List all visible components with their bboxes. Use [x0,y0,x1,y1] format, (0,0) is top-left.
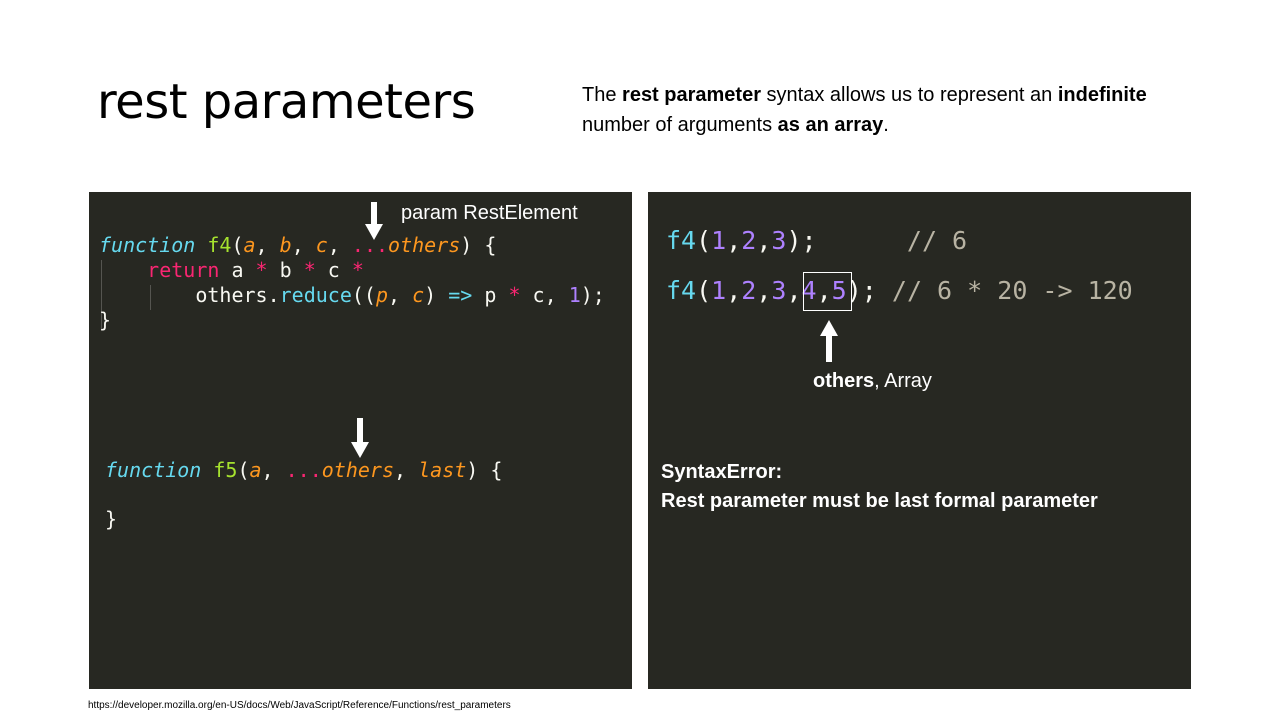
f4-line-1: function f4(a, b, c, ...others) { [99,233,497,257]
reference-url: https://developer.mozilla.org/en-US/docs… [88,700,511,711]
f4-line-2: return a * b * c * [147,258,364,282]
slide-title: rest parameters [97,74,476,130]
syntax-error-message: Rest parameter must be last formal param… [661,490,1098,512]
syntax-error-label: SyntaxError: [661,461,783,483]
call-f4-five-args: f4(1,2,3,4,5); // 6 * 20 -> 120 [666,276,1133,305]
arrow-down-icon [351,418,369,458]
left-code-panel: param RestElement function f4(a, b, c, .… [89,192,632,689]
slide-description: The rest parameter syntax allows us to r… [582,84,1147,136]
rest-element-annotation: param RestElement [401,202,578,224]
arrow-up-icon [820,320,838,362]
f5-line-2: } [105,507,118,531]
rest-args-highlight-box [803,272,852,311]
right-code-panel: f4(1,2,3); // 6 f4(1,2,3,4,5); // 6 * 20… [648,192,1191,689]
f5-line-1: function f5(a, ...others, last) { [105,458,503,482]
f4-line-3: others.reduce((p, c) => p * c, 1); [195,283,605,307]
call-f4-three-args: f4(1,2,3); // 6 [666,226,968,255]
others-array-annotation: others, Array [813,370,932,392]
f4-line-4: } [99,308,112,332]
